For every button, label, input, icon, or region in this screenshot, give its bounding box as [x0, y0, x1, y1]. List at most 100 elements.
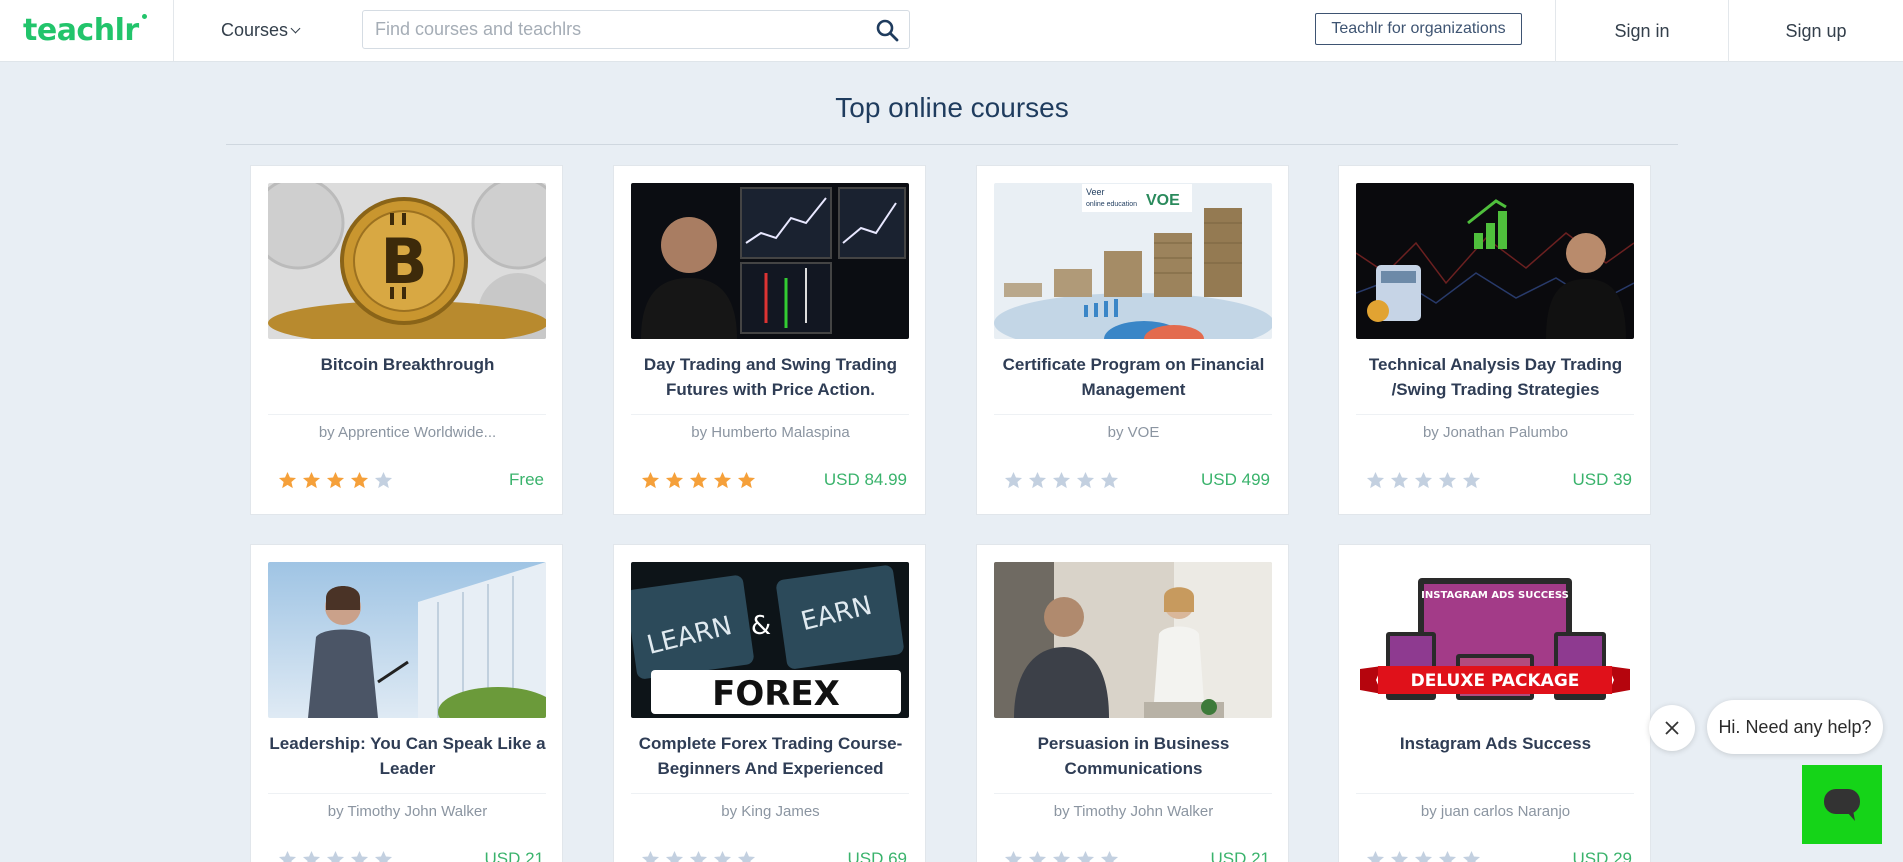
course-author: by Timothy John Walker	[1053, 803, 1214, 820]
course-thumbnail-leadership[interactable]	[268, 562, 546, 718]
course-price: USD 21	[484, 849, 544, 862]
star-icon	[278, 850, 297, 862]
star-icon	[1028, 471, 1047, 489]
course-author: by Jonathan Palumbo	[1422, 424, 1569, 441]
course-price: USD 69	[847, 849, 907, 862]
course-thumbnail-forex[interactable]: LEARN & EARN FOREX	[631, 562, 909, 718]
search-icon[interactable]	[875, 18, 899, 42]
star-icon	[689, 850, 708, 862]
sign-in-link[interactable]: Sign in	[1555, 0, 1729, 62]
star-icon	[1076, 471, 1095, 489]
course-price: USD 29	[1572, 849, 1632, 862]
rating-stars	[278, 850, 393, 862]
star-icon	[326, 471, 345, 489]
course-thumbnail-persuasion[interactable]	[994, 562, 1272, 718]
course-title[interactable]: Bitcoin Breakthrough	[263, 352, 552, 377]
chat-launcher-button[interactable]	[1802, 765, 1882, 844]
star-icon	[1004, 850, 1023, 862]
star-icon	[737, 471, 756, 489]
rating-stars	[278, 471, 393, 490]
course-card[interactable]: Persuasion in Business Communications by…	[976, 544, 1289, 862]
section-title: Top online courses	[835, 92, 1069, 123]
course-title[interactable]: Certificate Program on Financial Managem…	[989, 352, 1278, 402]
search-input[interactable]	[375, 19, 875, 40]
logo-dot	[142, 14, 147, 19]
chat-icon	[1824, 788, 1860, 821]
star-icon	[1366, 850, 1385, 862]
svg-text:FOREX: FOREX	[712, 674, 840, 714]
course-thumbnail-bitcoin[interactable]: B	[268, 183, 546, 339]
course-price: USD 499	[1201, 470, 1270, 489]
rating-stars	[1366, 850, 1481, 862]
rating-stars	[1366, 471, 1481, 490]
chat-greeting-bubble[interactable]: Hi. Need any help?	[1707, 700, 1883, 754]
star-icon	[1390, 850, 1409, 862]
course-card[interactable]: Day Trading and Swing Trading Futures wi…	[613, 165, 926, 515]
course-price: USD 84.99	[823, 470, 907, 489]
rating-stars	[641, 850, 756, 862]
star-icon	[1100, 850, 1119, 862]
course-price: Free	[509, 470, 544, 489]
card-divider	[994, 414, 1272, 415]
star-icon	[1438, 471, 1457, 489]
star-icon	[1414, 471, 1433, 489]
star-icon	[641, 471, 660, 489]
teachlr-logo[interactable]: teachlr	[0, 0, 174, 61]
course-title[interactable]: Leadership: You Can Speak Like a Leader	[263, 731, 552, 781]
sign-up-link[interactable]: Sign up	[1729, 0, 1903, 62]
svg-text:INSTAGRAM ADS SUCCESS: INSTAGRAM ADS SUCCESS	[1421, 590, 1569, 601]
card-divider	[268, 793, 546, 794]
star-icon	[1462, 850, 1481, 862]
course-author: by King James	[721, 803, 820, 820]
star-icon	[1438, 850, 1457, 862]
course-card[interactable]: Technical Analysis Day Trading /Swing Tr…	[1338, 165, 1651, 515]
course-title[interactable]: Technical Analysis Day Trading /Swing Tr…	[1351, 352, 1640, 402]
section-divider	[226, 144, 1678, 145]
star-icon	[302, 471, 321, 489]
course-title[interactable]: Complete Forex Trading Course-Beginners …	[626, 731, 915, 781]
courses-dropdown-label: Courses	[221, 20, 289, 40]
course-thumbnail-financial-management[interactable]: Veer online education VOE	[994, 183, 1272, 339]
svg-text:&: &	[751, 611, 771, 641]
star-icon	[350, 850, 369, 862]
course-card[interactable]: B Bitcoin Breakthrough by Apprentice Wor…	[250, 165, 563, 515]
course-card[interactable]: Veer online education VOE Certificate Pr…	[976, 165, 1289, 515]
course-title[interactable]: Day Trading and Swing Trading Futures wi…	[626, 352, 915, 402]
star-icon	[1004, 471, 1023, 489]
courses-dropdown[interactable]: Courses	[174, 0, 354, 61]
teachlr-for-organizations-button[interactable]: Teachlr for organizations	[1315, 13, 1522, 45]
course-card[interactable]: Leadership: You Can Speak Like a Leader …	[250, 544, 563, 862]
star-icon	[278, 471, 297, 489]
star-icon	[1100, 471, 1119, 489]
course-author: by VOE	[1107, 424, 1160, 441]
course-card[interactable]: INSTAGRAM ADS SUCCESS DELUXE PACKAGE Ins…	[1338, 544, 1651, 862]
course-author: by Apprentice Worldwide...	[318, 424, 497, 441]
star-icon	[665, 471, 684, 489]
star-icon	[1462, 471, 1481, 489]
star-icon	[1366, 471, 1385, 489]
chevron-down-icon	[290, 23, 301, 34]
star-icon	[737, 850, 756, 862]
card-divider	[1356, 414, 1634, 415]
star-icon	[1076, 850, 1095, 862]
logo-text: teachlr	[23, 13, 139, 48]
chat-close-button[interactable]	[1649, 705, 1695, 751]
star-icon	[1414, 850, 1433, 862]
card-divider	[631, 793, 909, 794]
star-icon	[689, 471, 708, 489]
star-icon	[374, 850, 393, 862]
course-thumbnail-technical-analysis[interactable]	[1356, 183, 1634, 339]
course-title[interactable]: Persuasion in Business Communications	[989, 731, 1278, 781]
course-thumbnail-instagram-ads[interactable]: INSTAGRAM ADS SUCCESS DELUXE PACKAGE	[1356, 562, 1634, 718]
course-card[interactable]: LEARN & EARN FOREX Complete Forex Tradin…	[613, 544, 926, 862]
rating-stars	[1004, 850, 1119, 862]
course-price: USD 21	[1210, 849, 1270, 862]
svg-text:VOE: VOE	[1146, 192, 1180, 209]
card-divider	[268, 414, 546, 415]
svg-text:online education: online education	[1086, 201, 1137, 208]
star-icon	[665, 850, 684, 862]
rating-stars	[641, 471, 756, 490]
star-icon	[302, 850, 321, 862]
course-title[interactable]: Instagram Ads Success	[1351, 731, 1640, 756]
course-thumbnail-day-trading[interactable]	[631, 183, 909, 339]
